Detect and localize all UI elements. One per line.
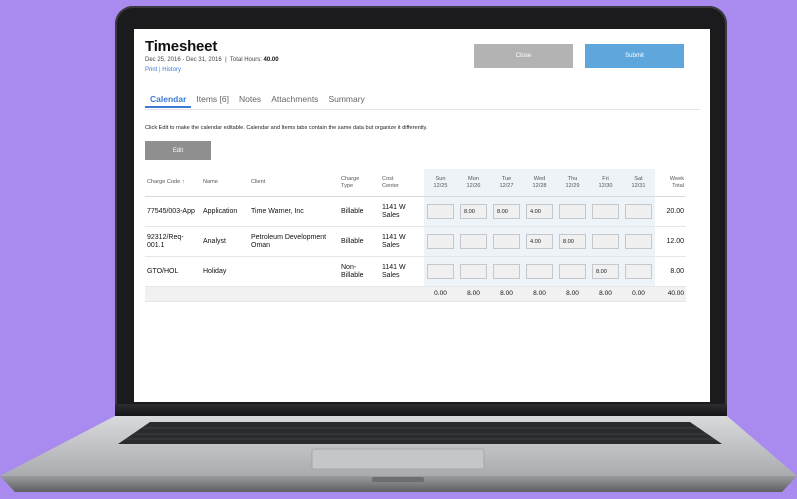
trackpad [311,448,485,470]
table-row: 92312/Req-001.1 Analyst Petroleum Develo… [145,226,686,257]
charge-type-cell: Billable [339,196,380,227]
hours-input[interactable] [493,264,520,279]
tab-notes[interactable]: Notes [234,92,266,108]
tab-divider [145,109,700,110]
name-cell: Application [201,196,249,227]
edit-hint: Click Edit to make the calendar editable… [145,125,428,131]
name-cell: Holiday [201,256,249,287]
hours-input[interactable]: 8.00 [559,234,586,249]
timesheet-grid: Charge Code ↑ Name Client Charge Type Cos… [145,169,686,302]
day-total-cell: 8.00 [490,286,523,302]
col-day: Fri 12/30 [589,169,622,197]
print-link[interactable]: Print [145,67,157,73]
client-cell: Time Warner, Inc [249,196,339,227]
hours-input[interactable]: 4.00 [526,234,553,249]
sort-ascending-icon[interactable]: ↑ [182,179,185,185]
hours-input[interactable]: 4.00 [526,204,553,219]
cost-center-cell: 1141 W Sales [380,196,424,227]
lid-notch [372,477,424,482]
link-separator: | [159,67,161,73]
name-cell: Analyst [201,226,249,257]
laptop-base [0,414,797,499]
charge-code-cell: 92312/Req-001.1 [145,226,201,257]
col-charge-type: Charge Type [339,169,380,197]
col-client: Client [249,169,339,197]
hours-input[interactable] [427,204,454,219]
hours-input[interactable] [460,264,487,279]
client-cell: Petroleum Development Oman [249,226,339,257]
hours-input[interactable] [592,234,619,249]
keyboard [118,422,722,444]
hours-input[interactable] [559,264,586,279]
period-separator: | [225,57,227,63]
hours-input[interactable] [625,234,652,249]
tab-bar: Calendar Items [6] Notes Attachments Sum… [145,92,370,108]
charge-type-cell: Non-Billable [339,256,380,287]
edit-button[interactable]: Edit [145,141,211,160]
history-link[interactable]: History [162,67,181,73]
header-links: Print | History [145,67,181,73]
hours-input[interactable] [625,204,652,219]
day-total-cell: 8.00 [523,286,556,302]
col-day: Sat 12/31 [622,169,655,197]
timesheet-period: Dec 25, 2016 - Dec 31, 2016 | Total Hour… [145,57,279,63]
period-range: Dec 25, 2016 - Dec 31, 2016 [145,57,222,63]
page-title: Timesheet [145,38,218,55]
table-row: GTO/HOL Holiday Non-Billable 1141 W Sale… [145,256,686,287]
close-button[interactable]: Close [474,44,573,68]
col-day: Tue 12/27 [490,169,523,197]
week-total-cell: 20.00 [655,196,686,227]
week-total-cell: 12.00 [655,226,686,257]
col-cost-center: Cost Center [380,169,424,197]
hours-input[interactable] [427,264,454,279]
grid-header-row: Charge Code ↑ Name Client Charge Type Cos… [145,169,686,197]
totals-row: 0.00 8.00 8.00 8.00 8.00 8.00 0.00 40.00 [145,286,686,302]
hours-input[interactable] [559,204,586,219]
tab-items[interactable]: Items [6] [191,92,234,108]
hours-input[interactable]: 8.00 [592,264,619,279]
total-hours-value: 40.00 [263,57,279,63]
day-total-cell: 8.00 [589,286,622,302]
tab-attachments[interactable]: Attachments [266,92,323,108]
col-day: Sun 12/25 [424,169,457,197]
tab-calendar[interactable]: Calendar [145,92,192,108]
hours-input[interactable] [460,234,487,249]
charge-code-cell: GTO/HOL [145,256,201,287]
tab-summary[interactable]: Summary [323,92,369,108]
week-total-cell: 8.00 [655,256,686,287]
col-charge-code[interactable]: Charge Code ↑ [145,169,201,197]
hours-input[interactable] [526,264,553,279]
col-week-total: Week Total [655,169,686,197]
hours-input[interactable]: 8.00 [493,204,520,219]
day-total-cell: 8.00 [457,286,490,302]
cost-center-cell: 1141 W Sales [380,226,424,257]
total-hours-label: Total Hours: [229,57,262,63]
col-name: Name [201,169,249,197]
hours-input[interactable] [592,204,619,219]
day-total-cell: 0.00 [424,286,457,302]
day-total-cell: 8.00 [556,286,589,302]
laptop-screen: Timesheet Dec 25, 2016 - Dec 31, 2016 | … [134,29,710,402]
day-total-cell: 0.00 [622,286,655,302]
charge-code-cell: 77545/003-App [145,196,201,227]
col-day: Thu 12/29 [556,169,589,197]
hours-input[interactable] [427,234,454,249]
grand-total-cell: 40.00 [655,286,686,302]
charge-type-cell: Billable [339,226,380,257]
hours-input[interactable] [625,264,652,279]
client-cell [249,256,339,287]
submit-button[interactable]: Submit [585,44,684,68]
hours-input[interactable]: 8.00 [460,204,487,219]
cost-center-cell: 1141 W Sales [380,256,424,287]
table-row: 77545/003-App Application Time Warner, I… [145,196,686,227]
col-day: Mon 12/26 [457,169,490,197]
col-day: Wed 12/28 [523,169,556,197]
hours-input[interactable] [493,234,520,249]
